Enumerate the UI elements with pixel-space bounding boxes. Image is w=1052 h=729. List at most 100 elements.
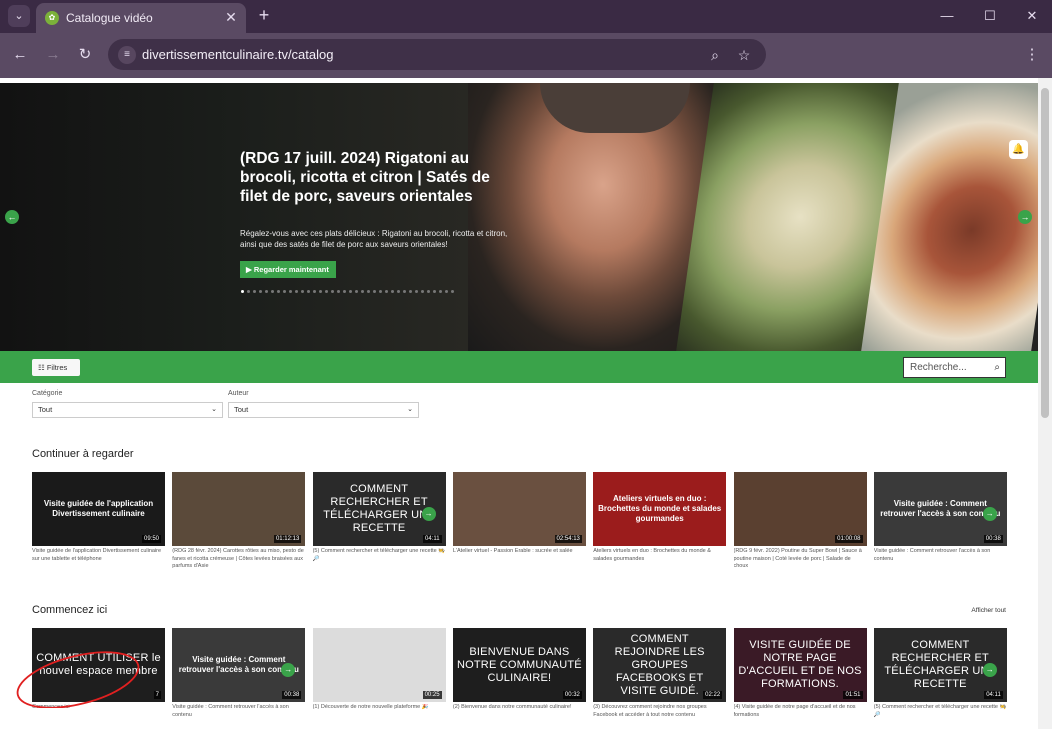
search-input[interactable]: Recherche... ⌕ <box>903 357 1006 378</box>
hero-dot[interactable] <box>385 290 388 293</box>
video-caption[interactable]: Visite guidée : Comment retrouver l'accè… <box>172 704 305 719</box>
video-caption[interactable]: (1) Découverte de notre nouvelle platefo… <box>313 704 446 712</box>
video-thumbnail[interactable]: Visite guidée : Comment retrouver l'accè… <box>873 472 1007 546</box>
hero-dot[interactable] <box>271 290 274 293</box>
video-card[interactable]: Visite guidée : Comment retrouver l'accè… <box>172 628 306 719</box>
see-all-link[interactable]: Afficher tout <box>940 607 1006 614</box>
video-caption[interactable]: (3) Découvrez comment rejoindre nos grou… <box>593 704 726 719</box>
video-thumbnail[interactable]: BIENVENUE DANS NOTRE COMMUNAUTÉ CULINAIR… <box>452 628 586 702</box>
filters-button[interactable]: ☷ Filtres <box>32 359 80 376</box>
video-card[interactable]: VISITE GUIDÉE DE NOTRE PAGE D'ACCUEIL ET… <box>733 628 867 719</box>
back-icon[interactable]: ← <box>9 44 31 66</box>
url-text[interactable]: divertissementculinaire.tv/catalog <box>142 47 333 62</box>
site-info-icon[interactable]: ≡ <box>118 46 136 64</box>
video-thumbnail[interactable]: 01:12:13 <box>172 472 306 546</box>
hero-dot[interactable] <box>253 290 256 293</box>
hero-dot[interactable] <box>295 290 298 293</box>
video-card[interactable]: Visite guidée de l'application Divertiss… <box>32 472 165 563</box>
tab-search-icon[interactable]: ⌄ <box>8 5 30 27</box>
hero-dot[interactable] <box>289 290 292 293</box>
new-tab-icon[interactable]: + <box>254 5 274 25</box>
video-caption[interactable]: Ateliers virtuels en duo : Brochettes du… <box>593 548 726 563</box>
maximize-icon[interactable]: ☐ <box>978 6 1002 26</box>
hero-dot[interactable] <box>325 290 328 293</box>
scrollbar-thumb[interactable] <box>1041 88 1049 418</box>
reload-icon[interactable]: ↻ <box>74 44 96 66</box>
minimize-icon[interactable]: — <box>935 6 959 26</box>
hero-dot[interactable] <box>241 290 244 293</box>
video-thumbnail[interactable]: COMMENT RECHERCHER ET TÉLÉCHARGER UNE RE… <box>312 472 446 546</box>
video-thumbnail[interactable]: Ateliers virtuels en duo : Brochettes du… <box>593 472 727 546</box>
video-card[interactable]: Visite guidée : Comment retrouver l'accè… <box>873 472 1007 563</box>
video-thumbnail[interactable]: COMMENT RECHERCHER ET TÉLÉCHARGER UNE RE… <box>873 628 1007 702</box>
video-caption[interactable]: (5) Comment rechercher et télécharger un… <box>313 548 446 563</box>
hero-dot[interactable] <box>397 290 400 293</box>
author-select[interactable]: Tout ⌄ <box>228 402 419 418</box>
hero-dot[interactable] <box>409 290 412 293</box>
hero-dot[interactable] <box>331 290 334 293</box>
bookmark-star-icon[interactable]: ☆ <box>734 45 754 65</box>
hero-dot[interactable] <box>361 290 364 293</box>
video-caption[interactable]: L'Atelier virtuel - Passion Erable : suc… <box>453 548 586 556</box>
hero-dot[interactable] <box>451 290 454 293</box>
hero-dot[interactable] <box>319 290 322 293</box>
tab-close-icon[interactable]: ✕ <box>222 8 240 26</box>
video-card[interactable]: COMMENT RECHERCHER ET TÉLÉCHARGER UNE RE… <box>312 472 446 563</box>
video-thumbnail[interactable]: 02:54:13 <box>452 472 586 546</box>
hero-dot[interactable] <box>373 290 376 293</box>
video-card[interactable]: COMMENT REJOINDRE LES GROUPES FACEBOOKS … <box>593 628 727 719</box>
video-card[interactable]: 02:54:13 L'Atelier virtuel - Passion Erab… <box>452 472 586 556</box>
hero-carousel[interactable]: (RDG 17 juill. 2024) Rigatoni au brocoli… <box>0 83 1038 351</box>
video-thumbnail[interactable]: Visite guidée de l'application Divertiss… <box>32 472 165 546</box>
zoom-icon[interactable]: ⌕ <box>705 45 725 65</box>
hero-dot[interactable] <box>403 290 406 293</box>
video-caption[interactable]: (5) Comment rechercher et télécharger un… <box>874 704 1007 719</box>
hero-dot[interactable] <box>433 290 436 293</box>
hero-dot[interactable] <box>337 290 340 293</box>
address-bar[interactable]: ≡ divertissementculinaire.tv/catalog ⌕ ☆ <box>108 39 766 70</box>
watch-now-button[interactable]: ▶ Regarder maintenant <box>240 261 336 278</box>
video-card[interactable]: 01:00:08 (RDG 9 févr. 2022) Poutine du Su… <box>733 472 867 571</box>
hero-dot[interactable] <box>445 290 448 293</box>
hero-dot[interactable] <box>301 290 304 293</box>
video-card[interactable]: 00:25 (1) Découverte de notre nouvelle pl… <box>312 628 446 712</box>
video-thumbnail[interactable]: VISITE GUIDÉE DE NOTRE PAGE D'ACCUEIL ET… <box>733 628 867 702</box>
hero-pagination[interactable] <box>241 290 454 294</box>
hero-dot[interactable] <box>367 290 370 293</box>
search-icon[interactable]: ⌕ <box>994 358 1000 377</box>
video-caption[interactable]: (RDG 28 févr. 2024) Carottes rôties au m… <box>172 548 305 571</box>
forward-icon[interactable]: → <box>42 44 64 66</box>
video-card[interactable]: BIENVENUE DANS NOTRE COMMUNAUTÉ CULINAIR… <box>452 628 586 712</box>
hero-dot[interactable] <box>307 290 310 293</box>
notification-bell-icon[interactable]: 🔔 <box>1009 140 1028 159</box>
video-thumbnail[interactable]: Visite guidée : Comment retrouver l'accè… <box>172 628 306 702</box>
video-caption[interactable]: (4) Visite guidée de notre page d'accuei… <box>734 704 867 719</box>
hero-dot[interactable] <box>343 290 346 293</box>
hero-dot[interactable] <box>283 290 286 293</box>
hero-dot[interactable] <box>427 290 430 293</box>
hero-dot[interactable] <box>439 290 442 293</box>
hero-dot[interactable] <box>349 290 352 293</box>
video-caption[interactable]: Visite guidée : Comment retrouver l'accè… <box>874 548 1007 563</box>
video-card[interactable]: COMMENT RECHERCHER ET TÉLÉCHARGER UNE RE… <box>873 628 1007 719</box>
video-caption[interactable]: Visite guidée de l'application Divertiss… <box>32 548 165 563</box>
hero-dot[interactable] <box>421 290 424 293</box>
tab-catalogue[interactable]: ✿ Catalogue vidéo ✕ <box>36 3 246 33</box>
category-select[interactable]: Tout ⌄ <box>32 402 223 418</box>
video-caption[interactable]: (2) Bienvenue dans notre communauté culi… <box>453 704 586 712</box>
browser-menu-icon[interactable]: ⋮ <box>1021 44 1043 66</box>
video-caption[interactable]: (RDG 9 févr. 2022) Poutine du Super Bowl… <box>734 548 867 571</box>
hero-next-arrow-icon[interactable]: → <box>1018 210 1032 224</box>
hero-dot[interactable] <box>277 290 280 293</box>
hero-dot[interactable] <box>391 290 394 293</box>
close-window-icon[interactable]: ✕ <box>1020 6 1044 26</box>
video-thumbnail[interactable]: COMMENT REJOINDRE LES GROUPES FACEBOOKS … <box>593 628 727 702</box>
hero-dot[interactable] <box>355 290 358 293</box>
hero-dot[interactable] <box>313 290 316 293</box>
video-thumbnail[interactable]: 01:00:08 <box>733 472 867 546</box>
page-scrollbar[interactable] <box>1038 78 1052 729</box>
hero-dot[interactable] <box>265 290 268 293</box>
hero-dot[interactable] <box>247 290 250 293</box>
hero-dot[interactable] <box>415 290 418 293</box>
hero-dot[interactable] <box>379 290 382 293</box>
